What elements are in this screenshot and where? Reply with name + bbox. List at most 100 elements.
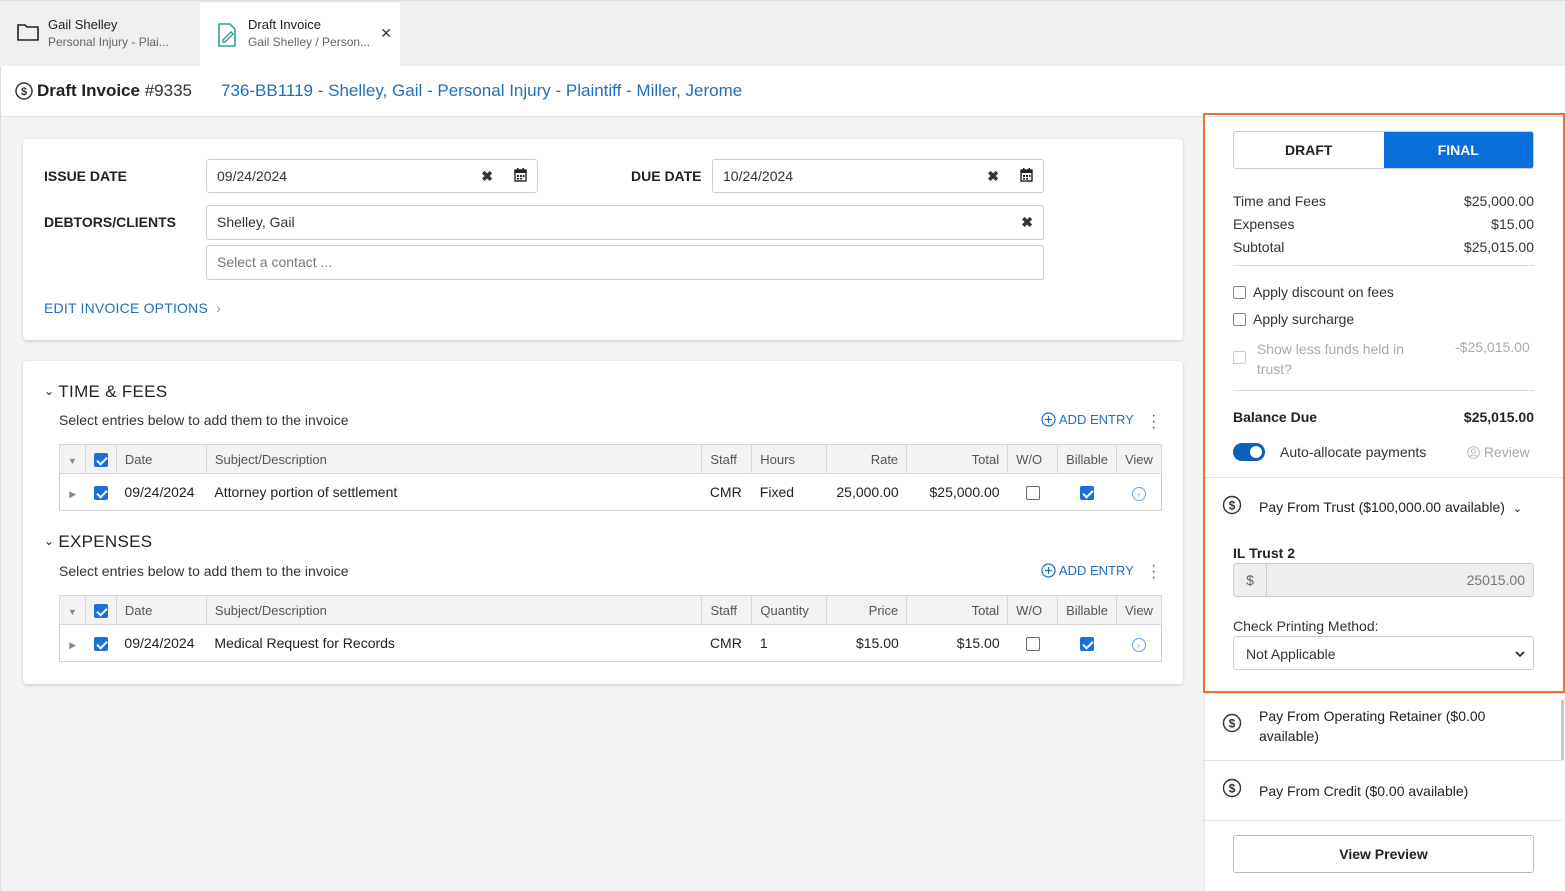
apply-discount-option[interactable]: Apply discount on fees — [1233, 284, 1394, 300]
col-view[interactable]: View — [1116, 595, 1162, 625]
tab-draft-invoice[interactable]: Draft Invoice Gail Shelley / Person... ✕ — [200, 3, 400, 67]
final-button[interactable]: FINAL — [1383, 132, 1533, 168]
clear-due-date-icon[interactable]: ✖ — [987, 168, 999, 185]
row-billable-checkbox[interactable] — [1057, 624, 1117, 662]
expand-row-icon[interactable]: ▶ — [59, 473, 86, 511]
apply-discount-label: Apply discount on fees — [1253, 284, 1394, 300]
svg-text:$: $ — [1229, 782, 1236, 796]
calendar-icon[interactable] — [1020, 168, 1033, 185]
apply-surcharge-checkbox[interactable] — [1233, 313, 1246, 326]
col-total[interactable]: Total — [906, 444, 1009, 474]
col-staff[interactable]: Staff — [701, 444, 753, 474]
matter-link[interactable]: 736-BB1119 - Shelley, Gail - Personal In… — [221, 81, 742, 101]
time-fees-menu-icon[interactable]: · · · — [1151, 408, 1157, 436]
chevron-down-icon: ⌄ — [44, 384, 55, 398]
table-row[interactable]: ▶ 09/24/2024 Attorney portion of settlem… — [59, 473, 1162, 511]
pay-from-operating-label-line1: Pay From Operating Retainer ($0.00 — [1259, 708, 1486, 724]
svg-text:$: $ — [21, 86, 27, 98]
close-tab-icon[interactable]: ✕ — [380, 25, 392, 42]
row-billable-checkbox[interactable] — [1057, 473, 1117, 511]
trust-amount-value: 25015.00 — [1466, 572, 1525, 588]
contact-select[interactable]: Select a contact ... — [206, 245, 1044, 280]
panel-scrollbar[interactable] — [1561, 700, 1564, 760]
dollar-circle-icon: $ — [1222, 495, 1242, 518]
debtor-field[interactable]: Shelley, Gail ✖ — [206, 205, 1044, 240]
row-select-checkbox[interactable] — [85, 624, 117, 662]
col-wo[interactable]: W/O — [1007, 444, 1059, 474]
dollar-circle-icon: $ — [15, 82, 33, 103]
tab-subtitle: Personal Injury - Plai... — [48, 35, 169, 49]
col-billable[interactable]: Billable — [1057, 595, 1117, 625]
invoice-document-icon — [217, 23, 237, 50]
edit-invoice-options-link[interactable]: EDIT INVOICE OPTIONS › — [44, 300, 221, 316]
trust-funds-option: Show less funds held in trust? — [1233, 339, 1404, 379]
expand-all-icon[interactable]: ▼ — [59, 595, 86, 625]
pay-from-trust-header[interactable]: Pay From Trust ($100,000.00 available) ⌄ — [1259, 497, 1522, 519]
issue-date-value: 09/24/2024 — [217, 168, 288, 184]
col-rate[interactable]: Rate — [826, 444, 908, 474]
trust-funds-value: -$25,015.00 — [1455, 339, 1530, 355]
expenses-heading[interactable]: ⌄ EXPENSES — [44, 532, 152, 552]
row-wo-checkbox[interactable] — [1007, 624, 1058, 662]
col-price[interactable]: Price — [826, 595, 908, 625]
col-date[interactable]: Date — [115, 444, 207, 474]
time-fees-row: Time and Fees $25,000.00 — [1233, 193, 1534, 209]
divider — [1205, 693, 1563, 694]
row-wo-checkbox[interactable] — [1007, 473, 1058, 511]
draft-button[interactable]: DRAFT — [1234, 132, 1384, 168]
table-row[interactable]: ▶ 09/24/2024 Medical Request for Records… — [59, 624, 1162, 662]
due-date-input[interactable]: 10/24/2024 ✖ — [712, 159, 1044, 193]
issue-date-input[interactable]: 09/24/2024 ✖ — [206, 159, 538, 193]
expand-row-icon[interactable]: ▶ — [59, 624, 86, 662]
subtotal-label: Subtotal — [1233, 239, 1285, 255]
view-entry-icon[interactable]: › — [1116, 624, 1162, 662]
add-time-entry-button[interactable]: ADD ENTRY — [1041, 412, 1134, 427]
auto-allocate-toggle[interactable] — [1233, 443, 1265, 461]
select-all-checkbox[interactable] — [84, 444, 117, 474]
row-select-checkbox[interactable] — [85, 473, 117, 511]
due-date-value: 10/24/2024 — [723, 168, 794, 184]
pay-from-operating-header[interactable]: Pay From Operating Retainer ($0.00 avail… — [1259, 706, 1485, 746]
expenses-row: Expenses $15.00 — [1233, 216, 1534, 232]
folder-icon — [17, 23, 39, 44]
calendar-icon[interactable] — [514, 168, 527, 185]
expand-all-icon[interactable]: ▼ — [59, 444, 86, 474]
debtor-value: Shelley, Gail — [217, 214, 295, 230]
row-quantity: 1 — [751, 624, 827, 662]
check-printing-select[interactable]: Not Applicable — [1233, 636, 1534, 670]
expenses-menu-icon[interactable]: · · · — [1151, 558, 1157, 586]
tab-title: Draft Invoice — [248, 17, 321, 32]
row-rate: 25,000.00 — [826, 473, 907, 511]
divider — [1205, 820, 1563, 821]
col-billable[interactable]: Billable — [1057, 444, 1117, 474]
row-description: Medical Request for Records — [206, 624, 702, 662]
pay-from-credit-label: Pay From Credit ($0.00 available) — [1259, 783, 1469, 799]
add-expense-entry-button[interactable]: ADD ENTRY — [1041, 563, 1134, 578]
col-total[interactable]: Total — [906, 595, 1009, 625]
col-wo[interactable]: W/O — [1007, 595, 1059, 625]
trust-amount-input[interactable]: $ 25015.00 — [1233, 563, 1534, 597]
view-entry-icon[interactable]: › — [1116, 473, 1162, 511]
trust-account-name: IL Trust 2 — [1233, 545, 1295, 561]
chevron-right-icon: › — [216, 300, 221, 316]
apply-discount-checkbox[interactable] — [1233, 286, 1246, 299]
tab-client[interactable]: Gail Shelley Personal Injury - Plai... — [0, 3, 198, 67]
auto-allocate-label: Auto-allocate payments — [1280, 444, 1427, 460]
time-fees-heading[interactable]: ⌄ TIME & FEES — [44, 382, 167, 402]
divider — [1205, 760, 1563, 761]
col-quantity[interactable]: Quantity — [751, 595, 828, 625]
col-description[interactable]: Subject/Description — [205, 595, 703, 625]
clear-issue-date-icon[interactable]: ✖ — [481, 168, 493, 185]
col-date[interactable]: Date — [115, 595, 207, 625]
row-staff: CMR — [701, 624, 752, 662]
col-description[interactable]: Subject/Description — [205, 444, 703, 474]
col-hours[interactable]: Hours — [751, 444, 828, 474]
col-staff[interactable]: Staff — [701, 595, 753, 625]
col-view[interactable]: View — [1115, 444, 1163, 474]
select-all-checkbox[interactable] — [84, 595, 117, 625]
pay-from-credit-header[interactable]: Pay From Credit ($0.00 available) — [1259, 781, 1468, 801]
svg-text:$: $ — [1229, 499, 1236, 513]
remove-debtor-icon[interactable]: ✖ — [1021, 214, 1033, 231]
view-preview-button[interactable]: View Preview — [1233, 835, 1534, 873]
apply-surcharge-option[interactable]: Apply surcharge — [1233, 311, 1354, 327]
